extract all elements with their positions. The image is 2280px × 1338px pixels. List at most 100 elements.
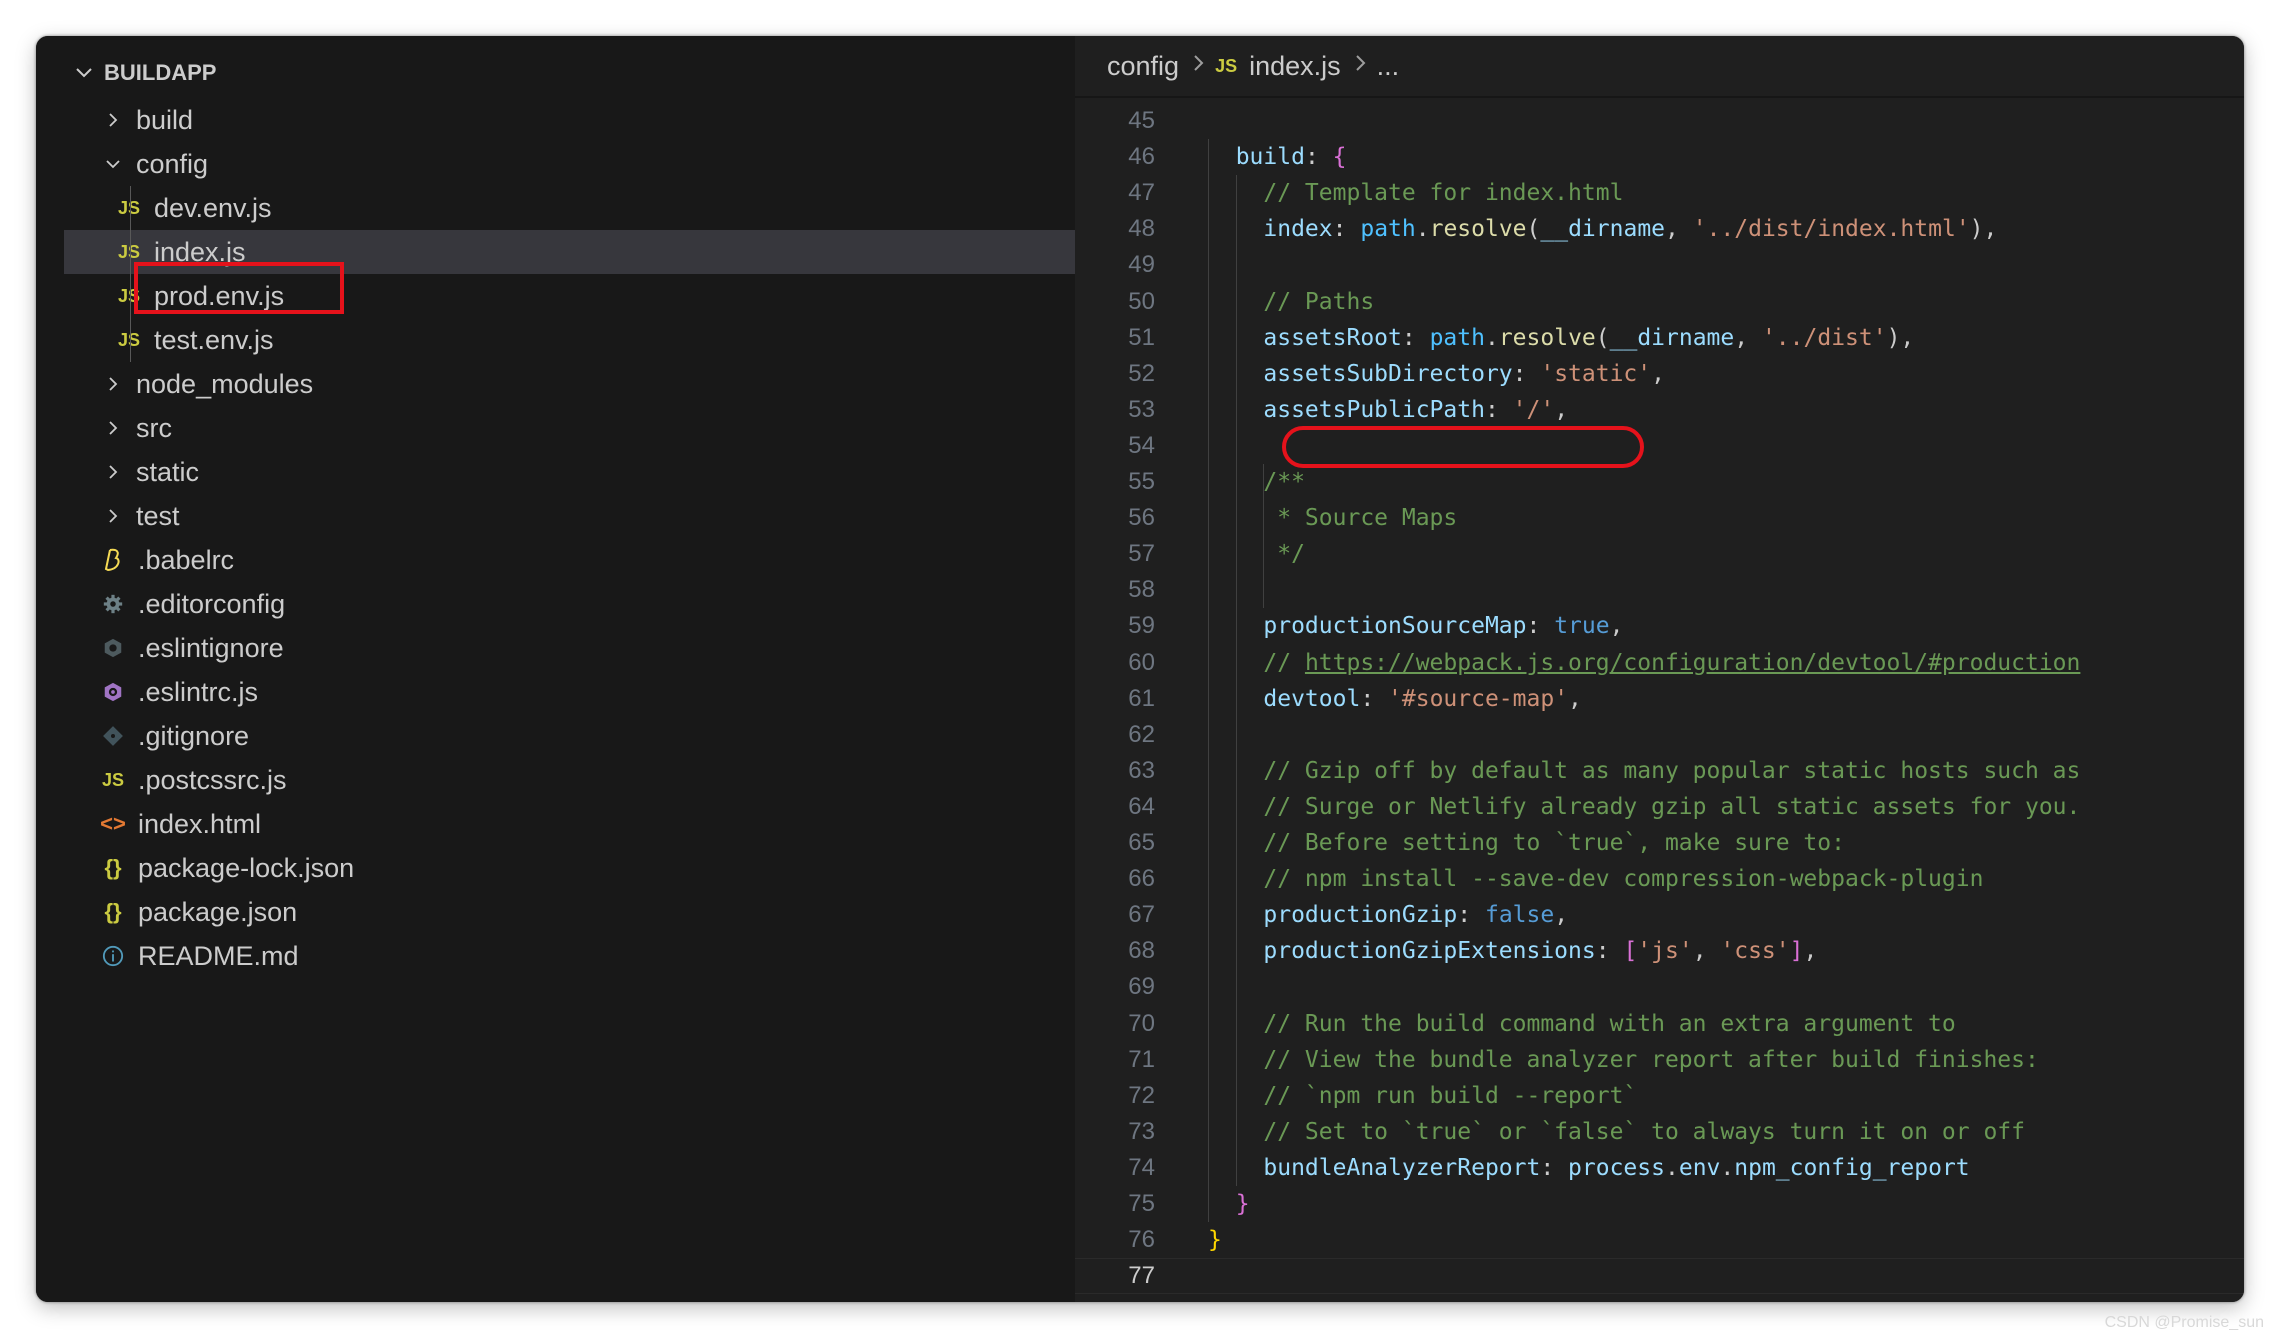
folder-item-test[interactable]: test: [64, 494, 1142, 538]
code-text: // https://webpack.js.org/configuration/…: [1263, 650, 2080, 676]
code-text: */: [1263, 541, 1305, 567]
folder-item-static[interactable]: static: [64, 450, 1142, 494]
tree-item-label: package.json: [138, 896, 298, 927]
code-text: // Gzip off by default as many popular s…: [1263, 758, 2080, 784]
code-line[interactable]: 47 // Template for index.html: [1075, 175, 2244, 211]
code-line[interactable]: 69: [1075, 969, 2244, 1005]
explorer-root-header[interactable]: BUILDAPP: [64, 58, 1104, 88]
code-line[interactable]: 54: [1075, 428, 2244, 464]
file-item-editorconfig[interactable]: .editorconfig: [64, 582, 1142, 626]
file-item-package-lock-json[interactable]: {} package-lock.json: [64, 846, 1142, 890]
indent-guide: [130, 186, 131, 362]
code-token: .: [1484, 324, 1499, 351]
file-item-package-json[interactable]: {} package.json: [64, 890, 1142, 934]
html-file-icon: <>: [100, 811, 126, 836]
code-token: // Gzip off by default as many popular s…: [1263, 757, 2081, 784]
code-text: productionGzip: false,: [1263, 902, 1568, 928]
eslint-ignore-icon: [102, 634, 124, 662]
code-line[interactable]: 77: [1075, 1258, 2244, 1295]
folder-item-src[interactable]: src: [64, 406, 1142, 450]
file-item-prod-env-js[interactable]: JS prod.env.js: [64, 274, 1158, 318]
code-text: // Run the build command with an extra a…: [1263, 1011, 1955, 1037]
file-item-postcssrc-js[interactable]: JS .postcssrc.js: [64, 758, 1142, 802]
code-line[interactable]: 75}: [1075, 1186, 2244, 1222]
file-item-eslintrc-js[interactable]: .eslintrc.js: [64, 670, 1142, 714]
code-line[interactable]: 46 build: {: [1075, 139, 2244, 175]
code-line[interactable]: 66 // npm install --save-dev compression-…: [1075, 861, 2244, 897]
code-line[interactable]: 55 /**: [1075, 464, 2244, 500]
breadcrumb-more[interactable]: ...: [1377, 51, 1400, 82]
code-line[interactable]: 68 productionGzipExtensions: ['js', 'css'…: [1075, 933, 2244, 969]
code-line[interactable]: 51 assetsRoot: path.resolve(__dirname, '.…: [1075, 320, 2244, 356]
line-number: 74: [1128, 1153, 1155, 1181]
code-line[interactable]: 63 // Gzip off by default as many popular…: [1075, 753, 2244, 789]
line-number: 46: [1128, 143, 1155, 171]
file-item-eslintignore[interactable]: .eslintignore: [64, 626, 1142, 670]
file-item-index-js[interactable]: JS index.js: [64, 230, 1158, 274]
eslint-file-icon: [102, 678, 124, 706]
code-line[interactable]: 49: [1075, 247, 2244, 283]
code-line[interactable]: 50 // Paths: [1075, 284, 2244, 320]
code-text: assetsSubDirectory: 'static',: [1263, 361, 1665, 387]
file-item-test-env-js[interactable]: JS test.env.js: [64, 318, 1158, 362]
code-token: path: [1429, 324, 1485, 351]
file-item-babelrc[interactable]: .babelrc: [64, 538, 1142, 582]
code-line[interactable]: 53 assetsPublicPath: '/',: [1075, 392, 2244, 428]
line-number: 70: [1128, 1009, 1155, 1037]
code-line[interactable]: 52 assetsSubDirectory: 'static',: [1075, 356, 2244, 392]
code-line[interactable]: 64 // Surge or Netlify already gzip all s…: [1075, 789, 2244, 825]
line-number: 48: [1128, 215, 1155, 243]
code-line[interactable]: 45: [1075, 103, 2244, 139]
code-line[interactable]: 73 // Set to `true` or `false` to always …: [1075, 1114, 2244, 1150]
code-line[interactable]: 72 // `npm run build --report`: [1075, 1078, 2244, 1114]
code-line[interactable]: 59 productionSourceMap: true,: [1075, 608, 2244, 644]
git-file-icon: [102, 722, 124, 750]
line-number: 73: [1128, 1117, 1155, 1145]
code-line[interactable]: 65 // Before setting to `true`, make sure…: [1075, 825, 2244, 861]
tree-item-label: static: [136, 456, 200, 487]
code-token: // Run the build command with an extra a…: [1263, 1010, 1956, 1037]
folder-item-config[interactable]: config: [64, 142, 1142, 186]
code-line[interactable]: 71 // View the bundle analyzer report aft…: [1075, 1042, 2244, 1078]
line-number: 68: [1128, 937, 1155, 965]
code-text: // Set to `true` or `false` to always tu…: [1263, 1119, 2025, 1145]
code-token: // `npm run build --report`: [1263, 1082, 1638, 1109]
file-item-readme-md[interactable]: README.md: [64, 934, 1142, 978]
code-text: }: [1236, 1191, 1250, 1217]
folder-item-build[interactable]: build: [64, 98, 1142, 142]
folder-item-node-modules[interactable]: node_modules: [64, 362, 1142, 406]
code-text: // Surge or Netlify already gzip all sta…: [1263, 794, 2080, 820]
line-number: 69: [1128, 973, 1155, 1001]
code-token: assetsRoot: [1263, 324, 1402, 351]
code-line[interactable]: 61 devtool: '#source-map',: [1075, 681, 2244, 717]
code-line[interactable]: 60 // https://webpack.js.org/configuratio…: [1075, 645, 2244, 681]
code-line[interactable]: 58: [1075, 572, 2244, 608]
line-number: 72: [1128, 1081, 1155, 1109]
code-token: // View the bundle analyzer report after…: [1263, 1046, 2039, 1073]
chevron-right-icon: [102, 373, 124, 395]
code-link[interactable]: https://webpack.js.org/configuration/dev…: [1305, 650, 2080, 676]
code-token: */: [1263, 541, 1305, 568]
breadcrumb-file[interactable]: index.js: [1249, 51, 1341, 82]
file-item-index-html[interactable]: <> index.html: [64, 802, 1142, 846]
tree-item-label: index.html: [138, 808, 262, 839]
code-token: //: [1263, 649, 1305, 676]
code-line[interactable]: 56 * Source Maps: [1075, 500, 2244, 536]
code-token: :: [1526, 613, 1555, 640]
code-line[interactable]: 48 index: path.resolve(__dirname, '../dis…: [1075, 211, 2244, 247]
code-line[interactable]: 62: [1075, 717, 2244, 753]
indent-guide: [1208, 139, 1209, 1223]
code-token: '../dist': [1761, 324, 1887, 351]
code-token: devtool: [1263, 685, 1361, 712]
code-line[interactable]: 57 */: [1075, 536, 2244, 572]
code-line[interactable]: 70 // Run the build command with an extra…: [1075, 1006, 2244, 1042]
chevron-right-icon: [102, 461, 124, 483]
file-item-gitignore[interactable]: .gitignore: [64, 714, 1142, 758]
code-token: {: [1332, 144, 1347, 171]
code-line[interactable]: 74 bundleAnalyzerReport: process.env.npm_…: [1075, 1150, 2244, 1186]
file-item-dev-env-js[interactable]: JS dev.env.js: [64, 186, 1158, 230]
code-line[interactable]: 67 productionGzip: false,: [1075, 897, 2244, 933]
breadcrumb-folder[interactable]: config: [1107, 51, 1179, 82]
code-line[interactable]: 76}: [1075, 1222, 2244, 1258]
js-file-icon: JS: [117, 329, 141, 350]
